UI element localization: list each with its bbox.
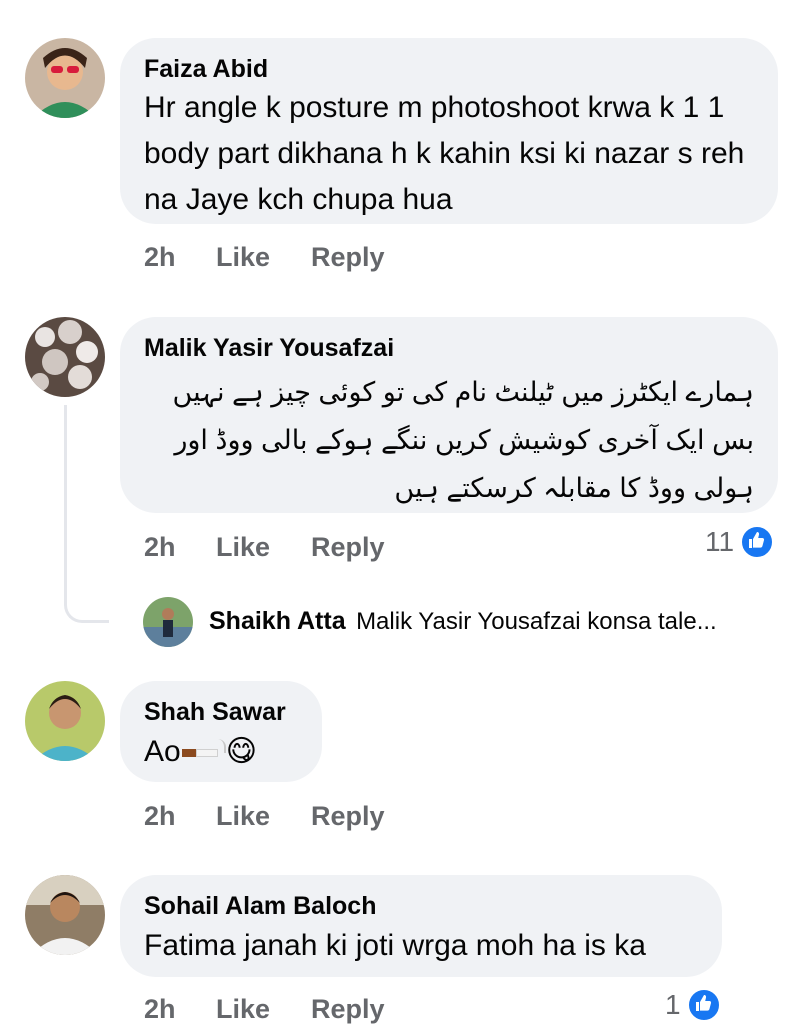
cigarette-icon (181, 739, 226, 759)
comment-text-value: Ao (144, 735, 181, 768)
comment-author[interactable]: Malik Yasir Yousafzai (144, 334, 394, 363)
thumbs-up-icon (686, 988, 721, 1022)
profile-photo-icon (25, 875, 105, 955)
comment-text: Ao 😋 (144, 729, 257, 775)
emoji-icon: 😋 (225, 735, 257, 768)
like-button[interactable]: Like (216, 994, 270, 1025)
reply-snippet: Malik Yasir Yousafzai konsa tale... (356, 608, 717, 635)
avatar[interactable] (25, 681, 105, 761)
avatar[interactable] (25, 875, 105, 955)
reply-avatar[interactable] (143, 597, 193, 647)
reaction-number: 11 (705, 526, 735, 557)
profile-photo-icon (143, 597, 193, 647)
like-button[interactable]: Like (216, 801, 270, 832)
like-button[interactable]: Like (216, 242, 270, 273)
reaction-number: 1 (665, 989, 681, 1020)
reply-button[interactable]: Reply (311, 242, 385, 273)
avatar[interactable] (25, 38, 105, 118)
comment-text: Hr angle k posture m photoshoot krwa k 1… (144, 91, 745, 216)
comment-time[interactable]: 2h (144, 532, 176, 563)
reaction-count[interactable]: 1 (665, 988, 721, 1022)
comment-author[interactable]: Sohail Alam Baloch (144, 892, 376, 921)
reply-preview[interactable]: Shaikh Atta Malik Yasir Yousafzai konsa … (209, 607, 717, 636)
thumbs-up-icon (740, 525, 775, 559)
reply-button[interactable]: Reply (311, 801, 385, 832)
profile-photo-icon (25, 317, 105, 397)
reply-author[interactable]: Shaikh Atta (209, 607, 346, 635)
profile-photo-icon (25, 38, 105, 118)
comment-text: ہمارے ایکٹرز میں ٹیلنٹ نام کی تو کوئی چی… (172, 377, 754, 503)
like-button[interactable]: Like (216, 532, 270, 563)
comment-text: Fatima janah ki joti wrga moh ha is ka (144, 929, 646, 962)
reply-button[interactable]: Reply (311, 532, 385, 563)
comment-author[interactable]: Shah Sawar (144, 698, 286, 727)
comment-time[interactable]: 2h (144, 801, 176, 832)
comment-time[interactable]: 2h (144, 994, 176, 1025)
comment-time[interactable]: 2h (144, 242, 176, 273)
reply-button[interactable]: Reply (311, 994, 385, 1025)
avatar[interactable] (25, 317, 105, 397)
comment-author[interactable]: Faiza Abid (144, 55, 268, 84)
reaction-count[interactable]: 11 (705, 525, 775, 559)
thread-line (64, 405, 109, 623)
profile-photo-icon (25, 681, 105, 761)
